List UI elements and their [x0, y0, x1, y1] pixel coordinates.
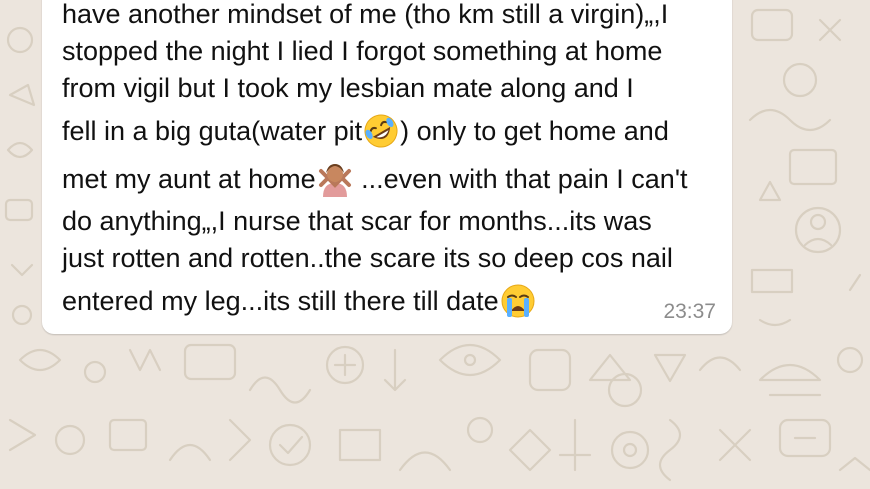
message-bubble[interactable]: have another mindset of me (tho km still… — [42, 0, 732, 334]
loudly-crying-face-emoji — [501, 284, 535, 318]
message-line: do anything„,I nurse that scar for month… — [62, 206, 652, 236]
rolling-on-floor-laughing-emoji — [364, 114, 398, 148]
message-text: have another mindset of me (tho km still… — [62, 0, 727, 325]
message-line: stopped the night I lied I forgot someth… — [62, 36, 663, 66]
message-line: entered my leg...its still there till da… — [62, 286, 499, 316]
message-line: ...even with that pain I can't — [353, 164, 688, 194]
message-line: ) only to get home and — [400, 116, 669, 146]
message-line: from vigil but I took my lesbian mate al… — [62, 73, 634, 103]
message-line: fell in a big guta(water pit — [62, 116, 363, 146]
person-gesturing-no-emoji — [318, 164, 351, 197]
message-line: met my aunt at home — [62, 164, 316, 194]
message-line-with-emoji: entered my leg...its still there till da… — [62, 277, 727, 325]
message-line-with-emoji: met my aunt at home ...even with that pa… — [62, 155, 727, 203]
message-line-with-emoji: fell in a big guta(water pit ) only to g… — [62, 107, 727, 155]
message-line: just rotten and rotten..the scare its so… — [62, 243, 673, 273]
message-timestamp: 23:37 — [663, 300, 716, 323]
message-line: have another mindset of me (tho km still… — [62, 0, 669, 29]
